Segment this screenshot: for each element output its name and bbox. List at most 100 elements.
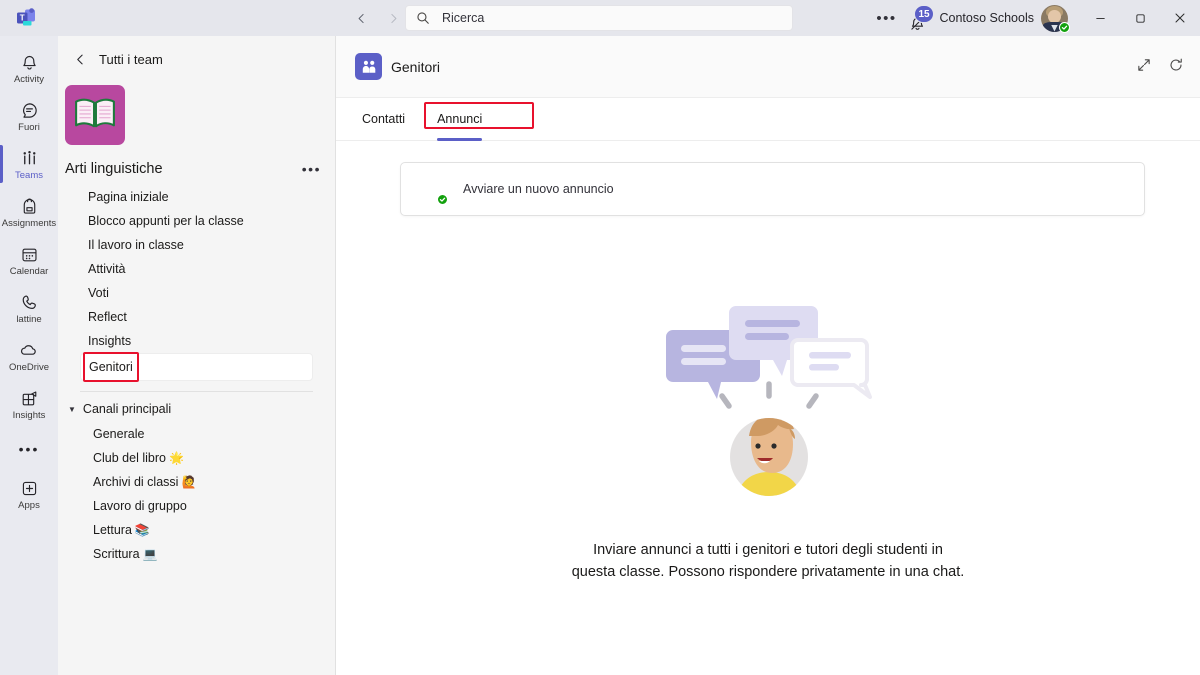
more-apps-icon[interactable]: •••	[0, 428, 58, 470]
window-controls	[1080, 0, 1200, 36]
cloud-icon	[19, 339, 39, 361]
rail-label: Insights	[12, 410, 46, 421]
rail-label: Fuori	[18, 122, 40, 133]
rail-label: lattine	[16, 314, 42, 325]
new-announcement-box[interactable]: Avviare un nuovo annuncio	[400, 162, 1145, 216]
nav-label: Blocco appunti per la classe	[88, 214, 244, 228]
sidebar-item-blocco-appunti[interactable]: Blocco appunti per la classe	[58, 209, 335, 233]
header-actions	[1136, 57, 1184, 73]
channel-list: Generale Club del libro 🌟 Archivi di cla…	[58, 422, 335, 566]
search-input[interactable]: Ricerca	[405, 5, 793, 31]
app-rail: Activity Fuori Teams Assignments Calenda…	[0, 36, 58, 675]
search-text: Ricerca	[442, 11, 485, 25]
calendar-icon	[20, 243, 39, 265]
titlebar-right-group: ••• 15 Contoso Schools	[871, 0, 1200, 36]
close-button[interactable]	[1160, 0, 1200, 36]
group-label: Canali principali	[82, 402, 172, 416]
nav-label: Voti	[88, 286, 109, 300]
nav-label: Reflect	[88, 310, 127, 324]
notifications-button[interactable]: 15	[901, 4, 934, 32]
forward-button[interactable]	[380, 7, 406, 29]
tab-contatti[interactable]: Contatti	[362, 98, 427, 141]
channel-club-del-libro[interactable]: Club del libro 🌟	[58, 446, 335, 470]
title-bar: T Ricerca ••• 15 Contoso Schools	[0, 0, 1200, 36]
sidebar-item-voti[interactable]: Voti	[58, 281, 335, 305]
sidebar-item-insights[interactable]: Insights	[58, 329, 335, 353]
rail-label: Calendar	[9, 266, 49, 277]
tab-label: Contatti	[362, 112, 406, 126]
nav-label: Genitori	[89, 360, 133, 374]
expand-diagonal-icon[interactable]	[1136, 57, 1152, 73]
teams-logo-icon: T	[14, 6, 38, 30]
channel-scrittura[interactable]: Scrittura 💻	[58, 542, 335, 566]
team-nav-list: Pagina iniziale Blocco appunti per la cl…	[58, 185, 335, 382]
rail-label: Apps	[18, 500, 40, 511]
parents-people-icon	[355, 53, 382, 80]
channel-lavoro-di-gruppo[interactable]: Lavoro di gruppo	[58, 494, 335, 518]
sidebar-item-lavoro-in-classe[interactable]: Il lavoro in classe	[58, 233, 335, 257]
nav-label: Insights	[88, 334, 132, 348]
teacher-avatar	[417, 175, 448, 205]
rail-label: OneDrive	[8, 362, 50, 373]
back-label: Tutti i team	[99, 52, 163, 67]
refresh-icon[interactable]	[1168, 57, 1184, 73]
rail-item-onedrive[interactable]: OneDrive	[0, 332, 58, 380]
channel-label: Lavoro di gruppo	[93, 499, 187, 513]
rail-item-apps[interactable]: Apps	[0, 470, 58, 518]
channel-label: Generale	[93, 427, 145, 441]
insights-icon	[20, 387, 39, 409]
channel-label: Archivi di classi	[93, 475, 179, 489]
rail-item-assignments[interactable]: Assignments	[0, 188, 58, 236]
app-header: Genitori	[336, 36, 1200, 98]
rail-item-insights[interactable]: Insights	[0, 380, 58, 428]
sidebar-item-pagina-iniziale[interactable]: Pagina iniziale	[58, 185, 335, 209]
plus-box-icon	[20, 477, 39, 499]
avatar[interactable]	[1041, 4, 1070, 33]
presence-badge-available	[437, 193, 448, 205]
channel-emoji: 📚	[134, 523, 150, 537]
nav-label: Pagina iniziale	[88, 190, 169, 204]
sidebar-item-reflect[interactable]: Reflect	[58, 305, 335, 329]
caption-line-1: Inviare annunci a tutti i genitori e tut…	[593, 542, 943, 558]
open-book-icon	[74, 96, 116, 135]
channel-emoji: 💻	[142, 547, 158, 561]
channel-lettura[interactable]: Lettura 📚	[58, 518, 335, 542]
sidebar-item-attivita[interactable]: Attività	[58, 257, 335, 281]
caption-line-2: questa classe. Possono rispondere privat…	[571, 564, 965, 580]
tab-annunci[interactable]: Annunci	[424, 98, 535, 141]
rail-item-calls[interactable]: lattine	[0, 284, 58, 332]
rail-item-chat[interactable]: Fuori	[0, 92, 58, 140]
phone-icon	[20, 291, 39, 313]
channel-generale[interactable]: Generale	[58, 422, 335, 446]
main-content: Genitori Contatti Annunci Avviare un nuo…	[336, 36, 1200, 675]
compose-placeholder: Avviare un nuovo annuncio	[463, 182, 614, 196]
channel-group-header[interactable]: ▼ Canali principali	[58, 392, 335, 416]
empty-state-caption: Inviare annunci a tutti i genitori e tut…	[572, 539, 965, 583]
sidebar-item-genitori[interactable]: Genitori	[80, 352, 313, 382]
back-button[interactable]	[348, 7, 374, 29]
tab-bar: Contatti Annunci	[336, 98, 1200, 141]
channel-label: Club del libro	[93, 451, 166, 465]
teams-icon	[20, 147, 39, 169]
chat-icon	[20, 99, 39, 121]
notification-badge: 15	[914, 5, 934, 23]
caret-down-icon: ▼	[68, 404, 76, 414]
teams-app-window: T Ricerca ••• 15 Contoso Schools Activit…	[0, 0, 1200, 675]
rail-item-calendar[interactable]: Calendar	[0, 236, 58, 284]
titlebar-more-icon[interactable]: •••	[871, 3, 901, 33]
rail-item-teams[interactable]: Teams	[0, 140, 58, 188]
channel-label: Lettura	[93, 523, 132, 537]
more-options-icon[interactable]: •••	[302, 161, 321, 177]
maximize-button[interactable]	[1120, 0, 1160, 36]
search-icon	[416, 11, 430, 25]
team-avatar	[65, 85, 125, 145]
rail-item-activity[interactable]: Activity	[0, 44, 58, 92]
rail-label: Teams	[15, 170, 43, 181]
tab-label: Annunci	[437, 112, 483, 126]
channel-emoji: 🌟	[168, 451, 184, 465]
team-sidebar: Tutti i team Arti linguistiche ••• Pagin…	[58, 36, 336, 675]
back-to-all-teams[interactable]: Tutti i team	[58, 36, 335, 67]
minimize-button[interactable]	[1080, 0, 1120, 36]
channel-archivi-di-classi[interactable]: Archivi di classi 🙋	[58, 470, 335, 494]
nav-label: Attività	[88, 262, 126, 276]
